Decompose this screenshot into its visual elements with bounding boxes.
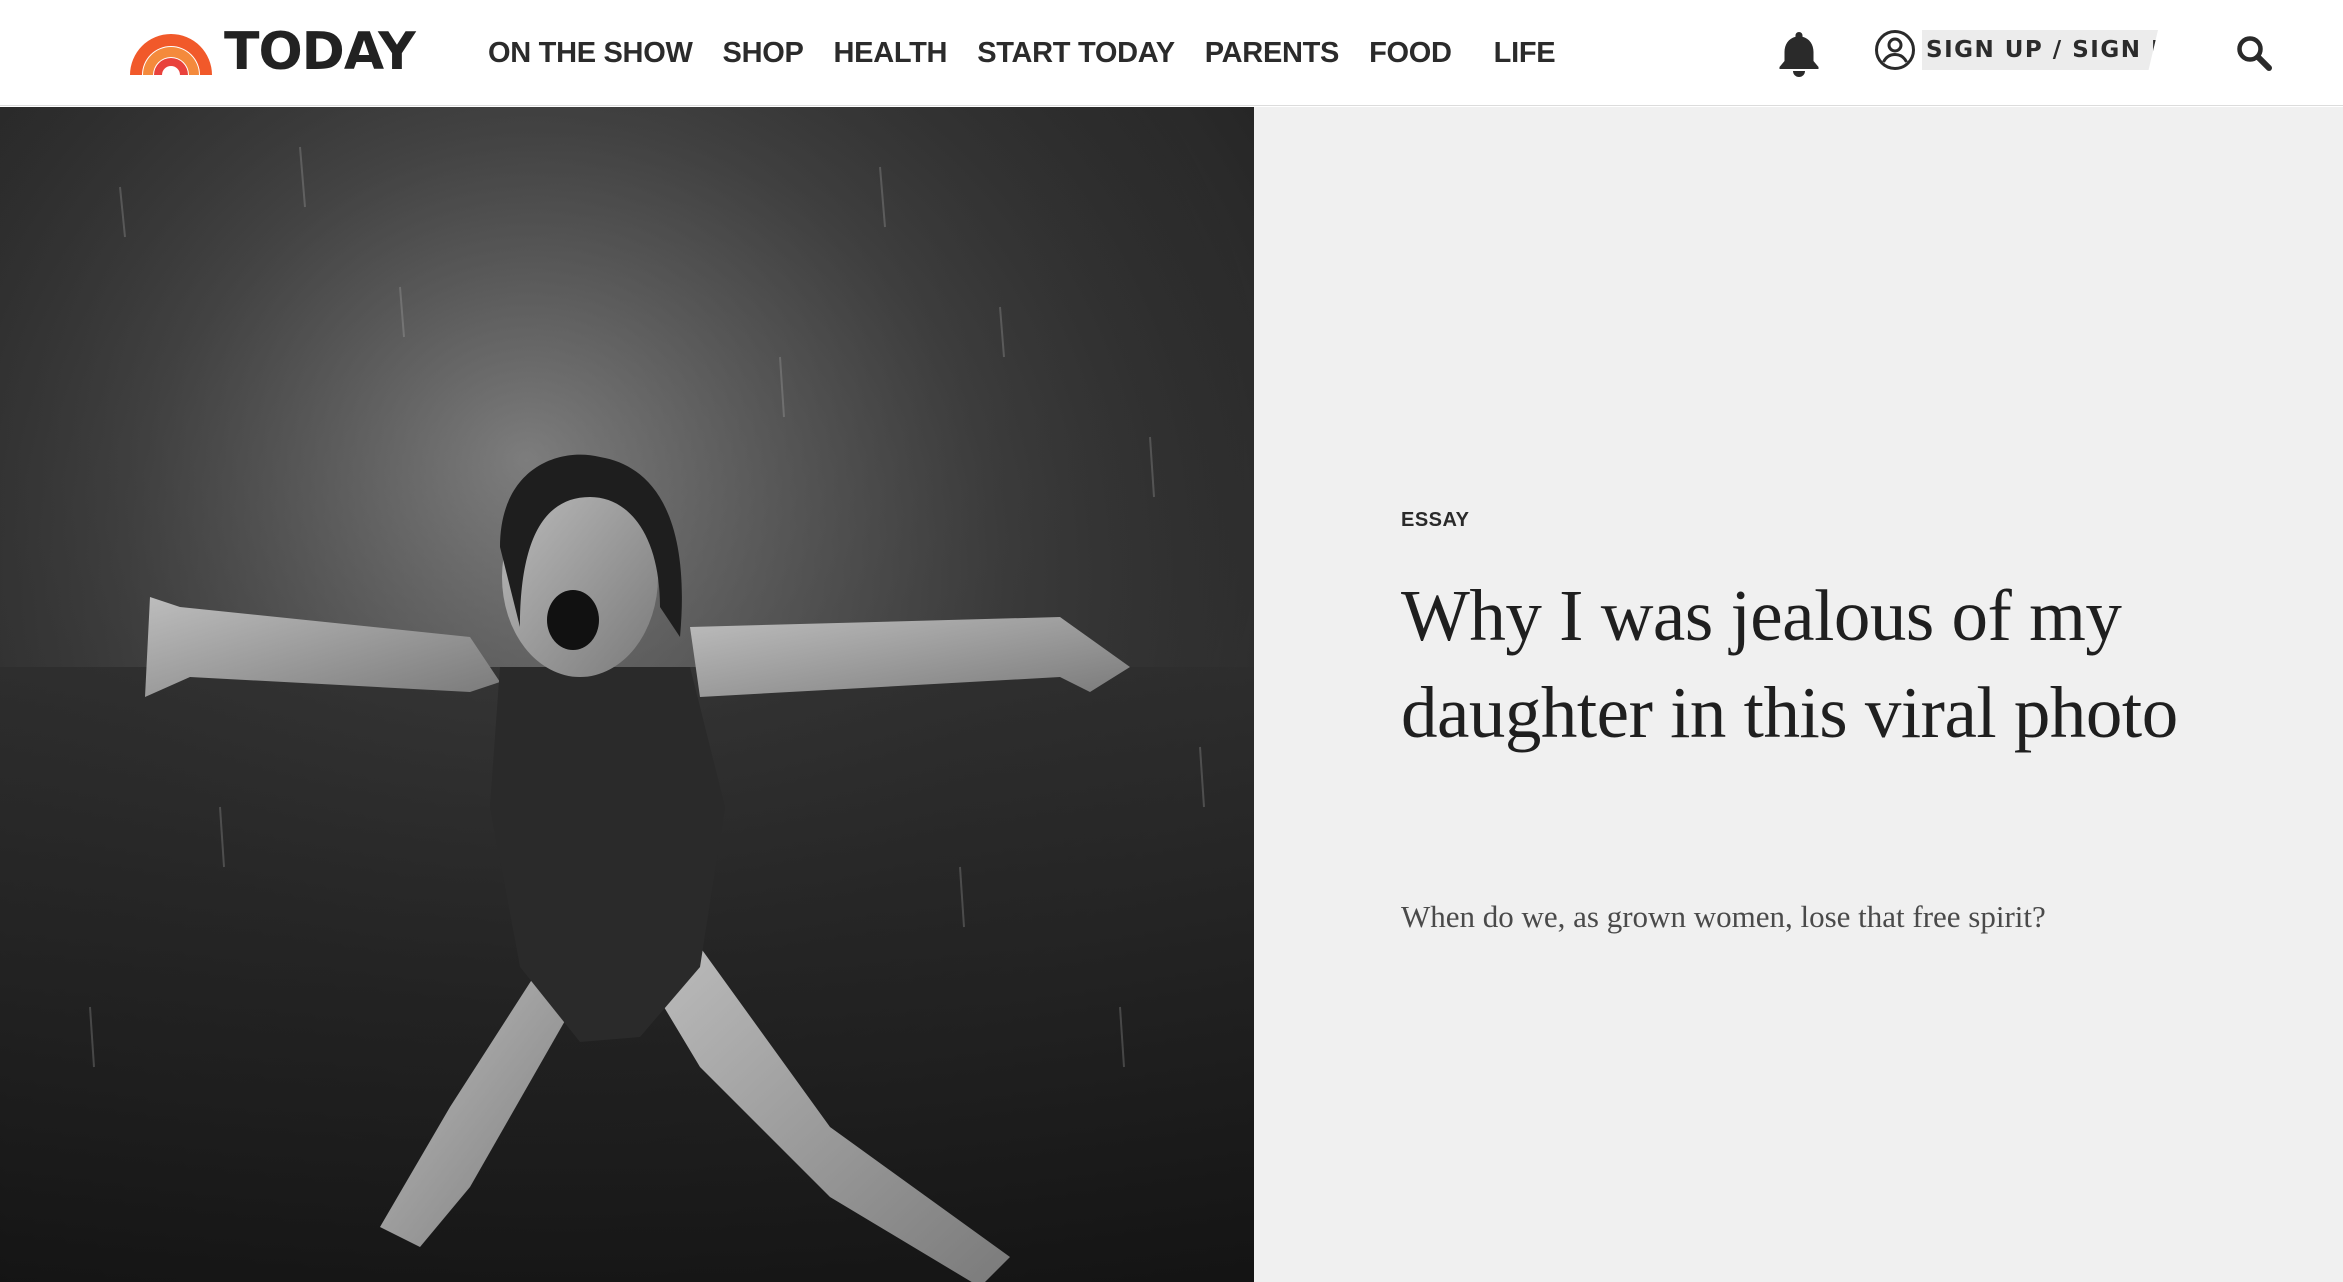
sign-in-label: SIGN UP / SIGN IN	[1926, 37, 2182, 63]
main-nav: ON THE SHOW SHOP HEALTH START TODAY PARE…	[488, 0, 1585, 106]
girl-in-rain-photo	[0, 107, 1254, 1282]
site-header: TODAY ON THE SHOW SHOP HEALTH START TODA…	[0, 0, 2343, 106]
article-dek: When do we, as grown women, lose that fr…	[1401, 899, 2046, 934]
today-logo[interactable]: TODAY	[126, 22, 416, 82]
article-category[interactable]: ESSAY	[1401, 509, 1469, 532]
rainbow-logo-icon	[130, 34, 212, 75]
article-headline[interactable]: Why I was jealous of my daughter in this…	[1401, 567, 2201, 761]
sign-in-button[interactable]: SIGN UP / SIGN IN	[1874, 27, 2166, 73]
nav-item-shop[interactable]: SHOP	[723, 37, 804, 70]
nav-item-health[interactable]: HEALTH	[834, 37, 948, 70]
nav-item-food[interactable]: FOOD	[1369, 37, 1452, 70]
nav-item-life[interactable]: LIFE	[1494, 37, 1556, 70]
search-icon[interactable]	[2234, 33, 2274, 73]
nav-item-start-today[interactable]: START TODAY	[977, 37, 1175, 70]
article-hero-panel: ESSAY Why I was jealous of my daughter i…	[1254, 107, 2343, 1282]
hero-photo[interactable]	[0, 107, 1254, 1282]
brand-name: TODAY	[224, 22, 416, 82]
sign-in-pill: SIGN UP / SIGN IN	[1922, 30, 2158, 70]
user-circle-icon	[1875, 30, 1915, 70]
nav-item-parents[interactable]: PARENTS	[1205, 37, 1340, 70]
nav-item-on-the-show[interactable]: ON THE SHOW	[488, 37, 693, 70]
bell-icon[interactable]	[1776, 29, 1822, 77]
